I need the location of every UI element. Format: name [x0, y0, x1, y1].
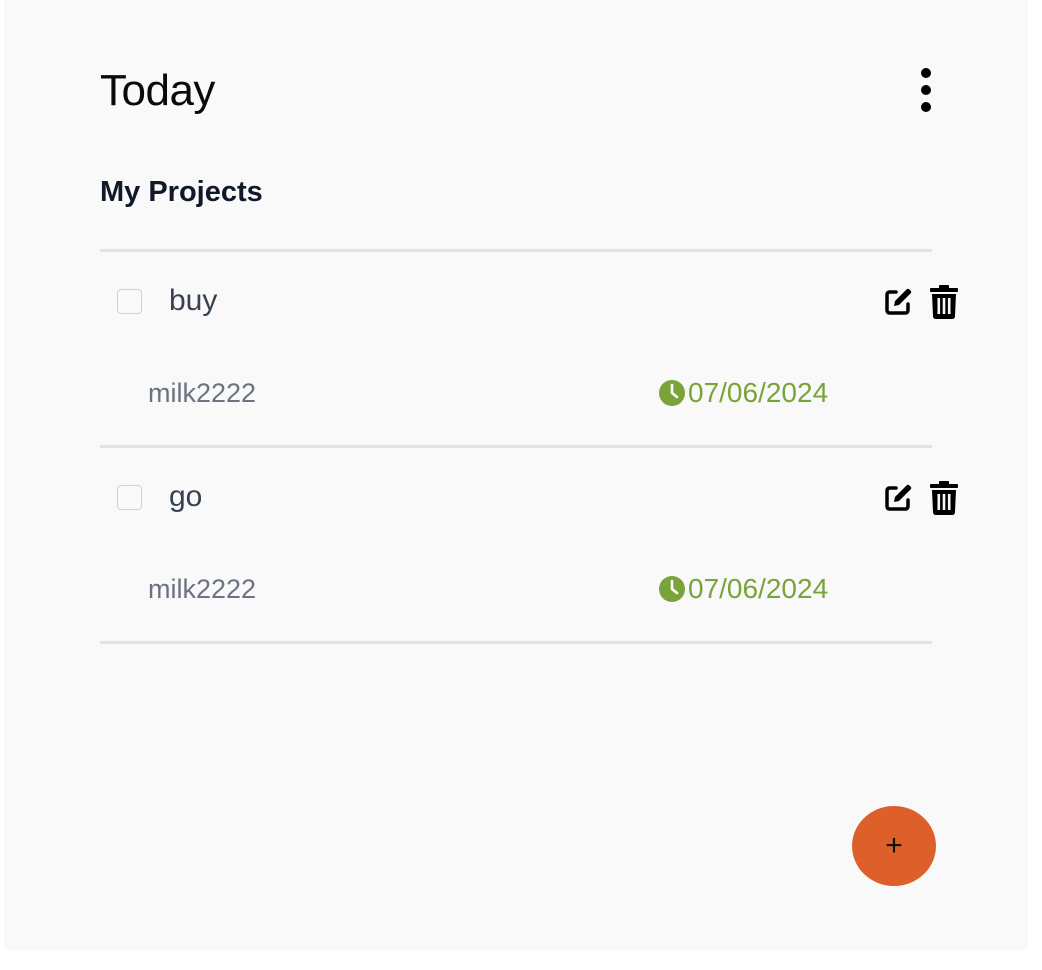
menu-dot [921, 85, 931, 95]
due-date-text: 07/06/2024 [688, 377, 829, 408]
task-title: buy [169, 284, 218, 317]
task-list: buy milk2222 07/06/2024 go milk2222 07/0… [100, 249, 958, 644]
task-checkbox[interactable] [117, 289, 142, 314]
edit-icon[interactable] [882, 481, 914, 515]
task-checkbox[interactable] [117, 485, 142, 510]
task-due-date: 07/06/2024 [658, 377, 828, 409]
trash-icon[interactable] [928, 285, 960, 319]
due-date-text: 07/06/2024 [688, 573, 829, 604]
task-item: go milk2222 07/06/2024 [100, 448, 958, 644]
kebab-menu-icon[interactable] [912, 68, 940, 112]
page-title: Today [100, 66, 215, 115]
section-title: My Projects [100, 176, 263, 208]
clock-icon [658, 379, 686, 407]
task-title: go [169, 480, 203, 513]
trash-icon[interactable] [928, 481, 960, 515]
menu-dot [921, 102, 931, 112]
edit-icon[interactable] [882, 285, 914, 319]
header: Today [100, 62, 940, 122]
task-due-date: 07/06/2024 [658, 573, 828, 605]
task-actions [882, 481, 960, 515]
menu-dot [921, 68, 931, 78]
task-actions [882, 285, 960, 319]
add-task-button[interactable]: + [852, 806, 936, 886]
task-item: buy milk2222 07/06/2024 [100, 252, 958, 448]
clock-icon [658, 575, 686, 603]
app-panel: Today My Projects buy milk2222 07/06/202… [4, 0, 1028, 950]
task-description: milk2222 [148, 574, 257, 604]
task-description: milk2222 [148, 378, 257, 408]
